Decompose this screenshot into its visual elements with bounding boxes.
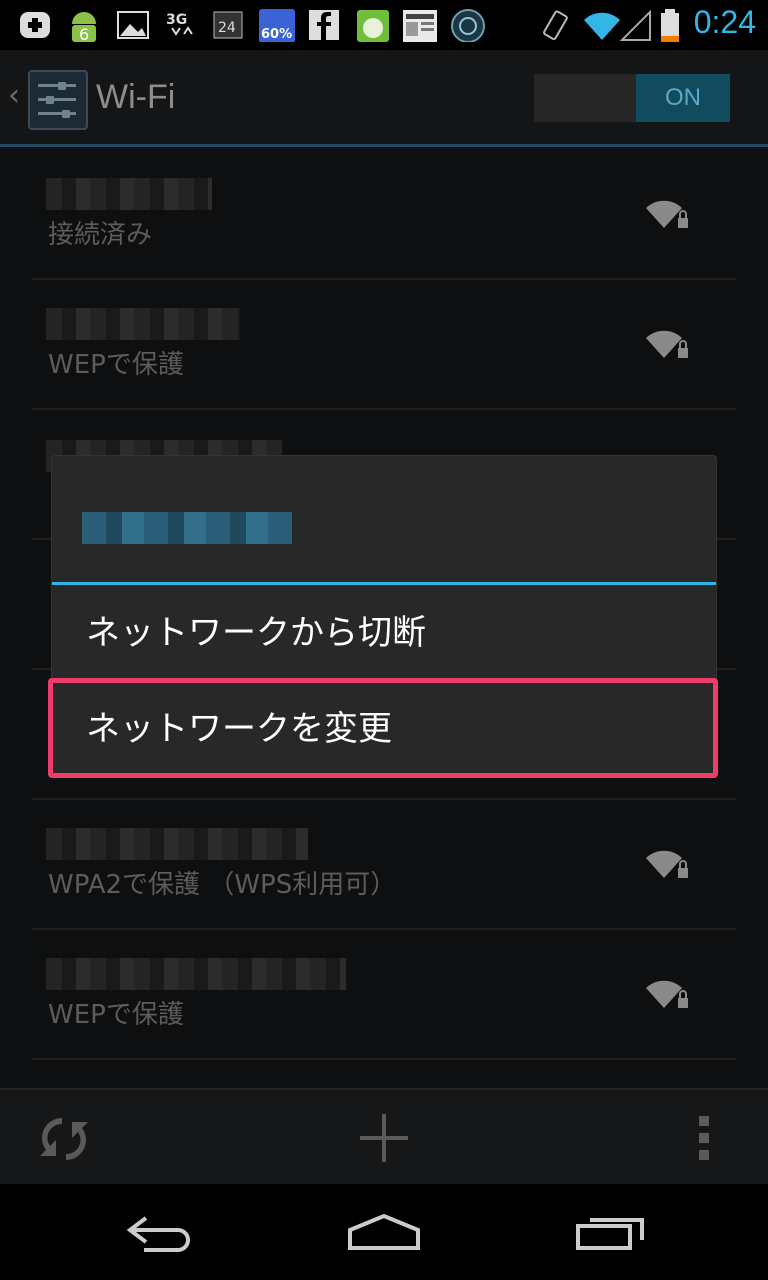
- news-icon: [403, 10, 437, 42]
- battery-icon: [661, 9, 679, 42]
- up-navigation-icon[interactable]: ‹: [8, 78, 20, 113]
- wifi-lock-icon: [646, 850, 688, 878]
- wifi-signal-icon: [584, 12, 620, 41]
- network-item[interactable]: WPA2で保護 （WPS利用可）: [32, 800, 736, 930]
- network-name-redacted: [46, 308, 240, 340]
- weather-percent: 60%: [261, 27, 292, 42]
- facebook-icon: [309, 10, 339, 40]
- wifi-toggle-label: ON: [636, 74, 730, 122]
- add-icon: [20, 12, 50, 38]
- network-name-redacted: [46, 958, 346, 990]
- 3g-data-icon: 3G: [166, 12, 193, 36]
- calendar-number: 24: [218, 20, 236, 36]
- network-item[interactable]: 接続済み: [32, 150, 736, 280]
- wifi-toggle[interactable]: ON: [534, 74, 730, 122]
- network-item[interactable]: WEPで保護: [32, 930, 736, 1060]
- dialog-title-redacted: [82, 512, 292, 544]
- network-name-redacted: [46, 828, 308, 860]
- wifi-lock-icon: [646, 200, 688, 228]
- disconnect-network-item[interactable]: ネットワークから切断: [52, 586, 716, 680]
- weather-icon: 60%: [259, 9, 295, 42]
- wifi-lock-icon: [646, 980, 688, 1008]
- network-status: WPA2で保護 （WPS利用可）: [48, 870, 397, 900]
- add-network-icon[interactable]: [358, 1112, 410, 1164]
- network-name-redacted: [46, 178, 212, 210]
- app-icon: [357, 10, 389, 42]
- network-status: WEPで保護: [48, 1000, 184, 1030]
- network-status: WEPで保護: [48, 350, 184, 380]
- overflow-menu-icon[interactable]: [698, 1116, 710, 1160]
- image-icon: [117, 11, 149, 39]
- camera-icon: [451, 9, 485, 42]
- settings-icon[interactable]: [28, 70, 88, 130]
- page-title: Wi-Fi: [96, 78, 176, 116]
- network-status: 接続済み: [48, 220, 153, 250]
- wifi-lock-icon: [646, 330, 688, 358]
- home-icon[interactable]: [346, 1212, 422, 1252]
- back-icon[interactable]: [124, 1212, 196, 1252]
- highlight-annotation: [48, 678, 718, 778]
- badge-number: 6: [79, 25, 89, 42]
- recent-apps-icon[interactable]: [574, 1212, 646, 1252]
- status-bar: 6 3G 24 60% 0:24: [0, 0, 768, 50]
- clock: 0:24: [693, 4, 756, 40]
- network-label: 3G: [166, 12, 187, 28]
- cell-signal-icon: [620, 9, 651, 41]
- android-badge-icon: 6: [72, 12, 96, 42]
- sync-icon[interactable]: [36, 1114, 92, 1164]
- calendar-icon: 24: [213, 11, 243, 39]
- bottom-action-bar: [0, 1088, 768, 1186]
- vibrate-icon: [543, 10, 568, 41]
- navigation-bar: [0, 1184, 768, 1280]
- dialog-divider: [52, 582, 716, 585]
- action-bar: ‹ Wi-Fi ON: [0, 50, 768, 147]
- network-item[interactable]: WEPで保護: [32, 280, 736, 410]
